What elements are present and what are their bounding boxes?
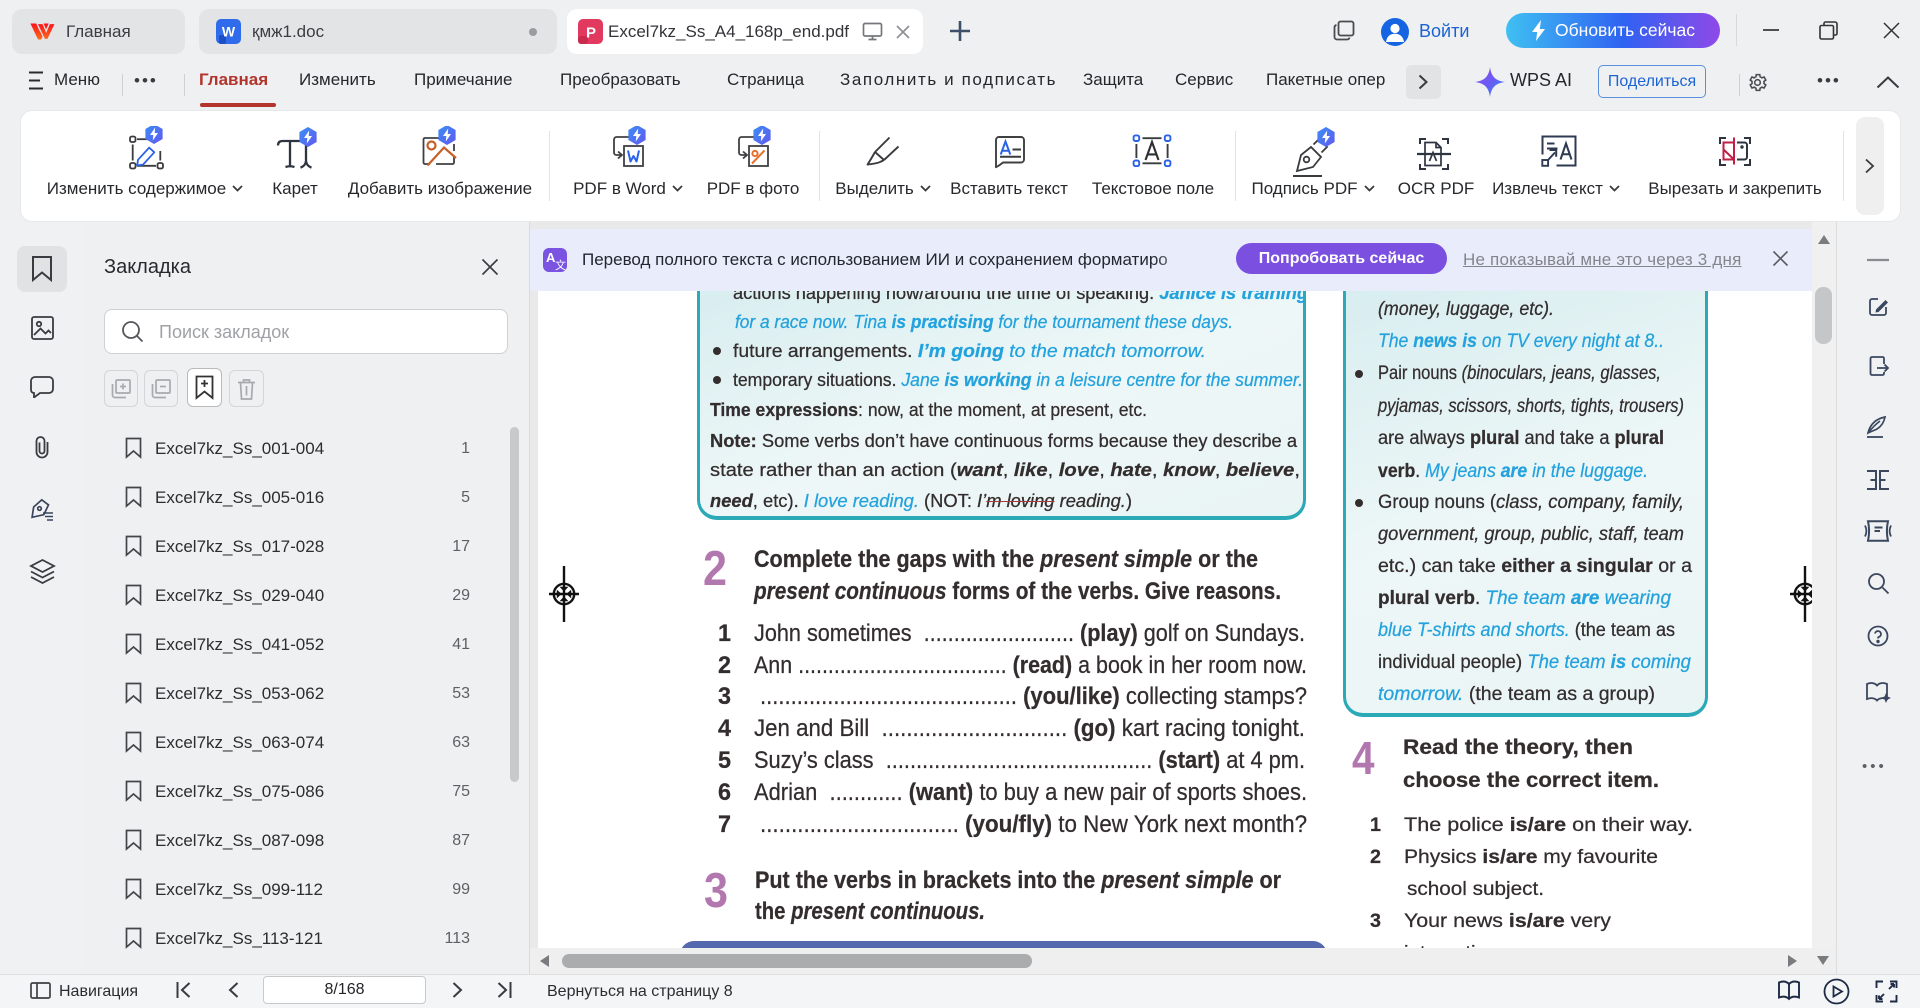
svg-text:W: W	[222, 24, 236, 40]
svg-text:P: P	[586, 25, 596, 42]
